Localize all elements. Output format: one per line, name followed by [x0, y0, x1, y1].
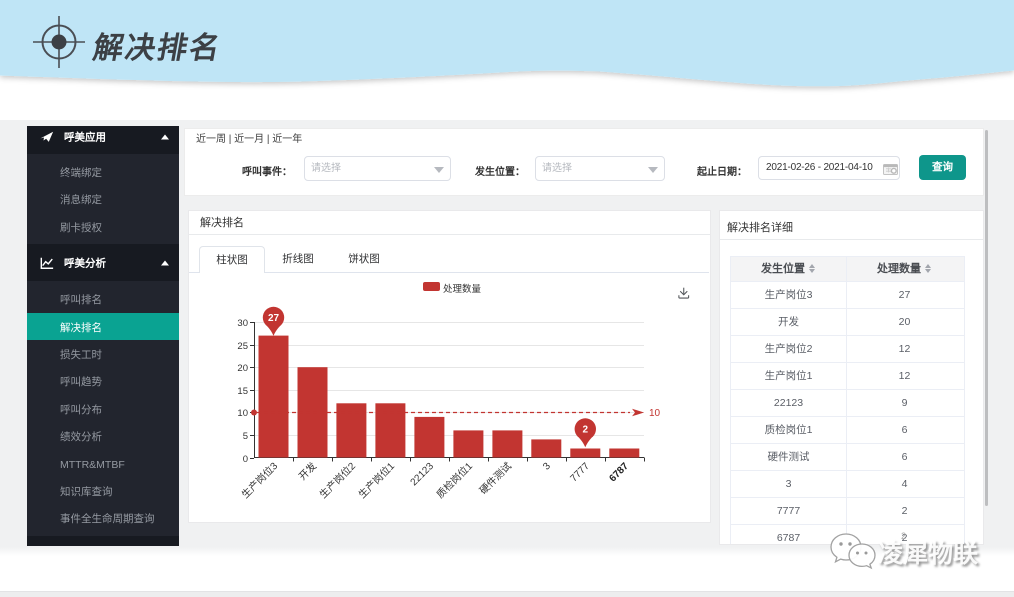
svg-text:3: 3 [541, 460, 553, 472]
svg-text:生产岗位2: 生产岗位2 [316, 459, 358, 501]
svg-text:15: 15 [237, 386, 248, 397]
svg-text:7777: 7777 [568, 460, 592, 484]
svg-text:10: 10 [237, 408, 248, 419]
svg-text:生产岗位3: 生产岗位3 [238, 459, 280, 501]
svg-text:硬件测试: 硬件测试 [476, 459, 513, 496]
svg-text:2: 2 [582, 424, 588, 435]
svg-text:0: 0 [242, 454, 247, 465]
svg-text:生产岗位1: 生产岗位1 [355, 459, 397, 501]
svg-text:25: 25 [237, 341, 248, 352]
svg-text:27: 27 [267, 313, 279, 324]
svg-text:质检岗位1: 质检岗位1 [433, 459, 475, 501]
svg-text:22123: 22123 [408, 460, 436, 488]
svg-text:20: 20 [237, 363, 248, 374]
svg-text:5: 5 [242, 431, 247, 442]
svg-text:30: 30 [237, 318, 248, 329]
svg-text:10: 10 [649, 408, 661, 419]
svg-text:6787: 6787 [607, 460, 631, 484]
svg-text:开发: 开发 [295, 459, 318, 482]
